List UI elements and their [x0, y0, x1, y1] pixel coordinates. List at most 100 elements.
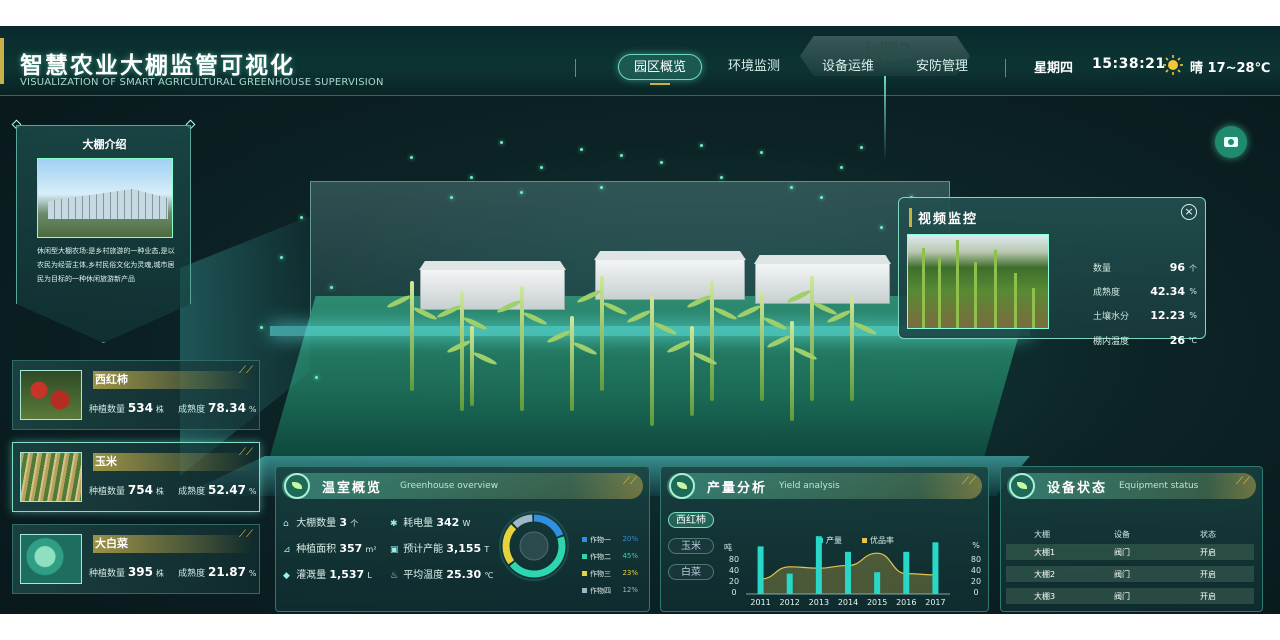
- overview-value: 3,155: [446, 542, 482, 555]
- temperature-icon: ♨: [390, 571, 399, 581]
- y2-tick-label: 0: [973, 588, 978, 597]
- header-divider: [1005, 59, 1006, 77]
- legend-percent: 45%: [622, 552, 638, 560]
- maturity-label: 成熟度: [178, 569, 206, 579]
- video-stat-count: 数量 96 个: [1093, 261, 1197, 274]
- equipment-row[interactable]: 大棚3 阀门 开启: [1006, 588, 1254, 604]
- corn-plant: [470, 326, 474, 406]
- area-icon: ⊿: [283, 545, 291, 555]
- legend-item: 作物三 23%: [582, 569, 638, 579]
- yield-bar: [757, 546, 764, 594]
- tab-security-management[interactable]: 安防管理: [906, 54, 978, 80]
- equipment-row[interactable]: 大棚1 阀门 开启: [1006, 544, 1254, 560]
- header-divider: [575, 59, 576, 77]
- count-unit: 株: [155, 487, 164, 496]
- particle: [280, 256, 283, 259]
- tab-environment-monitoring[interactable]: 环境监测: [718, 54, 790, 80]
- count-label: 种植数量: [89, 569, 126, 579]
- video-feed[interactable]: [907, 234, 1049, 329]
- app-subtitle: VISUALIZATION OF SMART AGRICULTURAL GREE…: [20, 77, 384, 88]
- particle: [330, 286, 333, 289]
- maturity-unit: %: [248, 569, 257, 578]
- video-stat-soil-moisture: 土壤水分 12.23%: [1093, 309, 1197, 322]
- overview-unit: ℃: [484, 571, 494, 580]
- overview-label: 耗电量: [403, 518, 434, 529]
- yield-tab-tomato[interactable]: 西红柿: [668, 512, 714, 528]
- greenhouse-building: [755, 262, 890, 304]
- equipment-row[interactable]: 大棚2 阀门 开启: [1006, 566, 1254, 582]
- yield-chart: 吨 % 80 40 20 0 80 40 20 0 2011 2012 2013 2014 2015 2016…: [724, 535, 981, 607]
- overview-unit: T: [484, 545, 490, 554]
- overview-label: 平均温度: [403, 570, 444, 581]
- x-tick-label: 2014: [838, 598, 858, 607]
- yield-bar: [786, 573, 793, 594]
- panel-subtitle: Yield analysis: [779, 481, 840, 491]
- particle: [540, 166, 543, 169]
- greenhouse-building: [595, 258, 745, 300]
- yield-bar: [903, 551, 910, 594]
- particle: [880, 226, 883, 229]
- crop-stats: 种植数量 534 株 成熟度 78.34 %: [89, 401, 259, 415]
- panel-subtitle: Greenhouse overview: [400, 481, 499, 491]
- particle: [700, 144, 703, 147]
- y-tick-label: 20: [729, 577, 739, 586]
- yield-tab-corn[interactable]: 玉米: [668, 538, 714, 554]
- count-value: 534: [127, 401, 153, 415]
- weekday: 星期四: [1034, 61, 1074, 76]
- maturity-label: 成熟度: [178, 487, 206, 497]
- leaf-icon: [284, 473, 310, 499]
- equipment-col-device: 设备: [1114, 530, 1130, 539]
- legend-swatch: [818, 538, 823, 543]
- legend-name: 作物三: [590, 570, 611, 578]
- corn-plant: [710, 281, 714, 401]
- close-icon[interactable]: ×: [1181, 204, 1197, 220]
- greenhouse-intro-card: 大棚介绍 休闲型大棚农场:是乡村旅游的一种业态,是以农民为经营主体,乡村民俗文化…: [16, 125, 191, 343]
- crop-card-corn[interactable]: 玉米 ⟋⟋ 种植数量 754 株 成熟度 52.47 %: [12, 442, 260, 512]
- corn-plant: [650, 296, 654, 426]
- crop-stats: 种植数量 395 株 成熟度 21.87 %: [89, 565, 259, 579]
- video-monitor-panel: 视频监控 × 数量 96 个 成熟度 42.34% 土壤水分 12.23% 棚内温度 26…: [898, 197, 1206, 347]
- y-tick-label: 40: [729, 566, 739, 575]
- legend-name: 作物一: [590, 536, 611, 544]
- signal-icon: ⟋⟋: [239, 529, 253, 540]
- legend-label: 优品率: [870, 535, 894, 545]
- header-accent: [0, 38, 4, 84]
- maturity-value: 52.47: [208, 483, 246, 497]
- legend-percent: 12%: [622, 586, 638, 594]
- maturity-unit: %: [248, 487, 257, 496]
- corn-plant: [520, 286, 524, 411]
- count-label: 种植数量: [89, 405, 126, 415]
- y2-axis-label: %: [972, 541, 980, 550]
- crop-stats: 种植数量 754 株 成熟度 52.47 %: [89, 483, 259, 497]
- particle: [840, 166, 843, 169]
- crop-share-donut: [499, 511, 569, 581]
- particle: [790, 186, 793, 189]
- corn-plant: [790, 321, 794, 421]
- maturity-value: 21.87: [208, 565, 246, 579]
- camera-icon[interactable]: [1215, 126, 1247, 158]
- corn-plant: [850, 296, 854, 401]
- y-tick-label: 80: [729, 555, 739, 564]
- corn-plant: [410, 281, 414, 391]
- greenhouse-building: [420, 268, 565, 310]
- intro-text: 休闲型大棚农场:是乡村旅游的一种业态,是以农民为经营主体,乡村民俗文化为灵魂,城…: [37, 247, 175, 283]
- yield-tab-cabbage[interactable]: 白菜: [668, 564, 714, 580]
- yield-bar: [815, 536, 822, 594]
- count-value: 754: [127, 483, 153, 497]
- legend-item: 作物一 20%: [582, 535, 638, 545]
- water-icon: ◆: [283, 571, 290, 581]
- crop-card-tomato[interactable]: 西红柿 ⟋⟋ 种植数量 534 株 成熟度 78.34 %: [12, 360, 260, 430]
- particle: [260, 326, 263, 329]
- intro-title: 大棚介绍: [82, 138, 127, 151]
- tab-park-overview[interactable]: 园区概览: [618, 54, 702, 85]
- overview-label: 预计产能: [403, 544, 444, 555]
- overview-label: 种植面积: [296, 544, 337, 555]
- tab-equipment-maintenance[interactable]: 设备运维: [812, 54, 884, 80]
- particle: [600, 186, 603, 189]
- particle: [300, 216, 303, 219]
- overview-item: ✱ 耗电量 342 W: [390, 514, 470, 529]
- overview-unit: L: [367, 571, 372, 580]
- weather-text: 晴 17~28℃: [1190, 61, 1271, 76]
- crop-card-cabbage[interactable]: 大白菜 ⟋⟋ 种植数量 395 株 成熟度 21.87 %: [12, 524, 260, 594]
- legend-name: 作物四: [590, 587, 611, 595]
